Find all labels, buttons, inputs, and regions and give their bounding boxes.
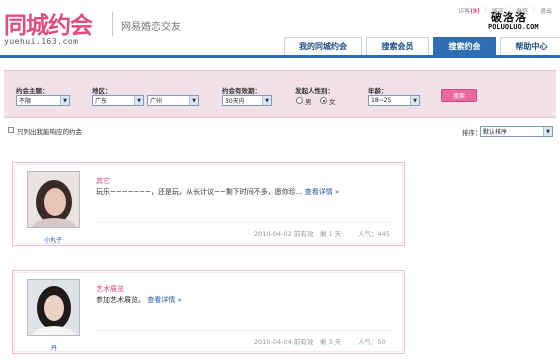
chevron-down-icon: ▼ — [543, 127, 552, 136]
chevron-down-icon: ▼ — [60, 96, 69, 105]
date-title[interactable]: 艺术展览 — [96, 284, 124, 294]
date-description: 参加艺术展览。 查看详情 » — [96, 295, 182, 305]
divider: | — [532, 6, 535, 13]
gender-female-radio[interactable] — [320, 97, 327, 104]
date-expiry: 2010-04-02 前有效 — [254, 230, 314, 238]
logo-divider — [112, 12, 113, 36]
province-select[interactable]: 广东 ▼ — [92, 95, 144, 106]
age-label: 年龄： — [368, 87, 388, 95]
chevron-down-icon: ▼ — [262, 96, 271, 105]
watermark-url: POLUOLUO.COM — [488, 23, 539, 31]
tab-search-members[interactable]: 搜索会员 — [366, 37, 429, 55]
avatar[interactable] — [27, 279, 80, 336]
avatar[interactable] — [27, 171, 80, 228]
age-select-value: 18~25 — [371, 97, 392, 104]
validity-select-value: 30天内 — [225, 98, 245, 105]
nav-underline — [0, 55, 560, 58]
tab-help[interactable]: 帮助中心 — [500, 37, 560, 55]
validity-label: 约会有效期： — [222, 87, 261, 95]
chevron-down-icon: ▼ — [134, 96, 143, 105]
sort-select[interactable]: 默认排序 ▼ — [480, 126, 553, 137]
date-popularity: 人气：50 — [358, 338, 386, 346]
chevron-down-icon: ▼ — [410, 96, 419, 105]
avatar-photo — [28, 172, 79, 227]
visitors-label: 访客 — [458, 8, 471, 15]
date-remaining: 剩 1 天 — [320, 230, 342, 238]
gender-female-label: 女 — [329, 98, 336, 106]
gender-male-label: 男 — [305, 98, 312, 106]
search-button[interactable]: 搜索 — [441, 89, 477, 102]
date-popularity: 人气：445 — [358, 230, 390, 238]
theme-select[interactable]: 不限 ▼ — [16, 95, 70, 106]
member-nickname[interactable]: 丹 — [51, 343, 57, 352]
date-description-text: 参加艺术展览。 — [96, 296, 145, 304]
theme-label: 约会主题： — [16, 87, 49, 95]
chevron-down-icon: ▼ — [189, 96, 198, 105]
sort-select-value: 默认排序 — [483, 129, 508, 136]
city-select-value: 广州 — [150, 98, 163, 105]
view-details-link[interactable]: 查看详情 » — [147, 296, 182, 304]
only-responded-checkbox[interactable] — [8, 127, 14, 133]
only-responded-label: 只列出我能响应的约会 — [17, 128, 82, 136]
divider — [96, 330, 392, 331]
tab-my-dates[interactable]: 我的同城约会 — [284, 37, 362, 55]
logout-link[interactable]: 退出 — [540, 6, 552, 15]
logo-url: yuehui.163.com — [4, 37, 79, 46]
site-logo[interactable]: 同城约会 — [4, 6, 93, 40]
gender-label: 发起人性别： — [295, 87, 334, 95]
main-nav: 我的同城约会 搜索会员 搜索约会 帮助中心 — [280, 37, 560, 55]
age-select[interactable]: 18~25 ▼ — [368, 95, 420, 106]
divider — [96, 222, 392, 223]
view-details-link[interactable]: 查看详情 » — [305, 188, 340, 196]
area-label: 地区： — [92, 87, 112, 95]
date-description: 玩乐~~~~~~~，还是玩，从长计议~~剩下时间不多，愿你珍... 查看详情 » — [96, 187, 339, 197]
visitor-count: (9) — [470, 8, 480, 15]
gender-male-radio[interactable] — [296, 97, 303, 104]
date-expiry: 2010-04-04 前有效 — [254, 338, 314, 346]
date-description-text: 玩乐~~~~~~~，还是玩，从长计议~~剩下时间不多，愿你珍... — [96, 188, 303, 196]
sort-label: 排序： — [462, 129, 482, 137]
tab-search-dates[interactable]: 搜索约会 — [433, 37, 496, 55]
validity-select[interactable]: 30天内 ▼ — [222, 95, 272, 106]
theme-select-value: 不限 — [19, 98, 32, 105]
visitors-link[interactable]: 访客(9) — [458, 6, 480, 15]
divider: | — [484, 6, 487, 13]
date-title[interactable]: 其它 — [96, 176, 110, 186]
avatar-photo — [28, 280, 79, 335]
city-select[interactable]: 广州 ▼ — [147, 95, 199, 106]
province-select-value: 广东 — [95, 98, 108, 105]
date-remaining: 剩 3 天 — [320, 338, 342, 346]
member-nickname[interactable]: 小丸子 — [44, 235, 62, 244]
site-slogan: 网易婚恋交友 — [121, 22, 181, 33]
